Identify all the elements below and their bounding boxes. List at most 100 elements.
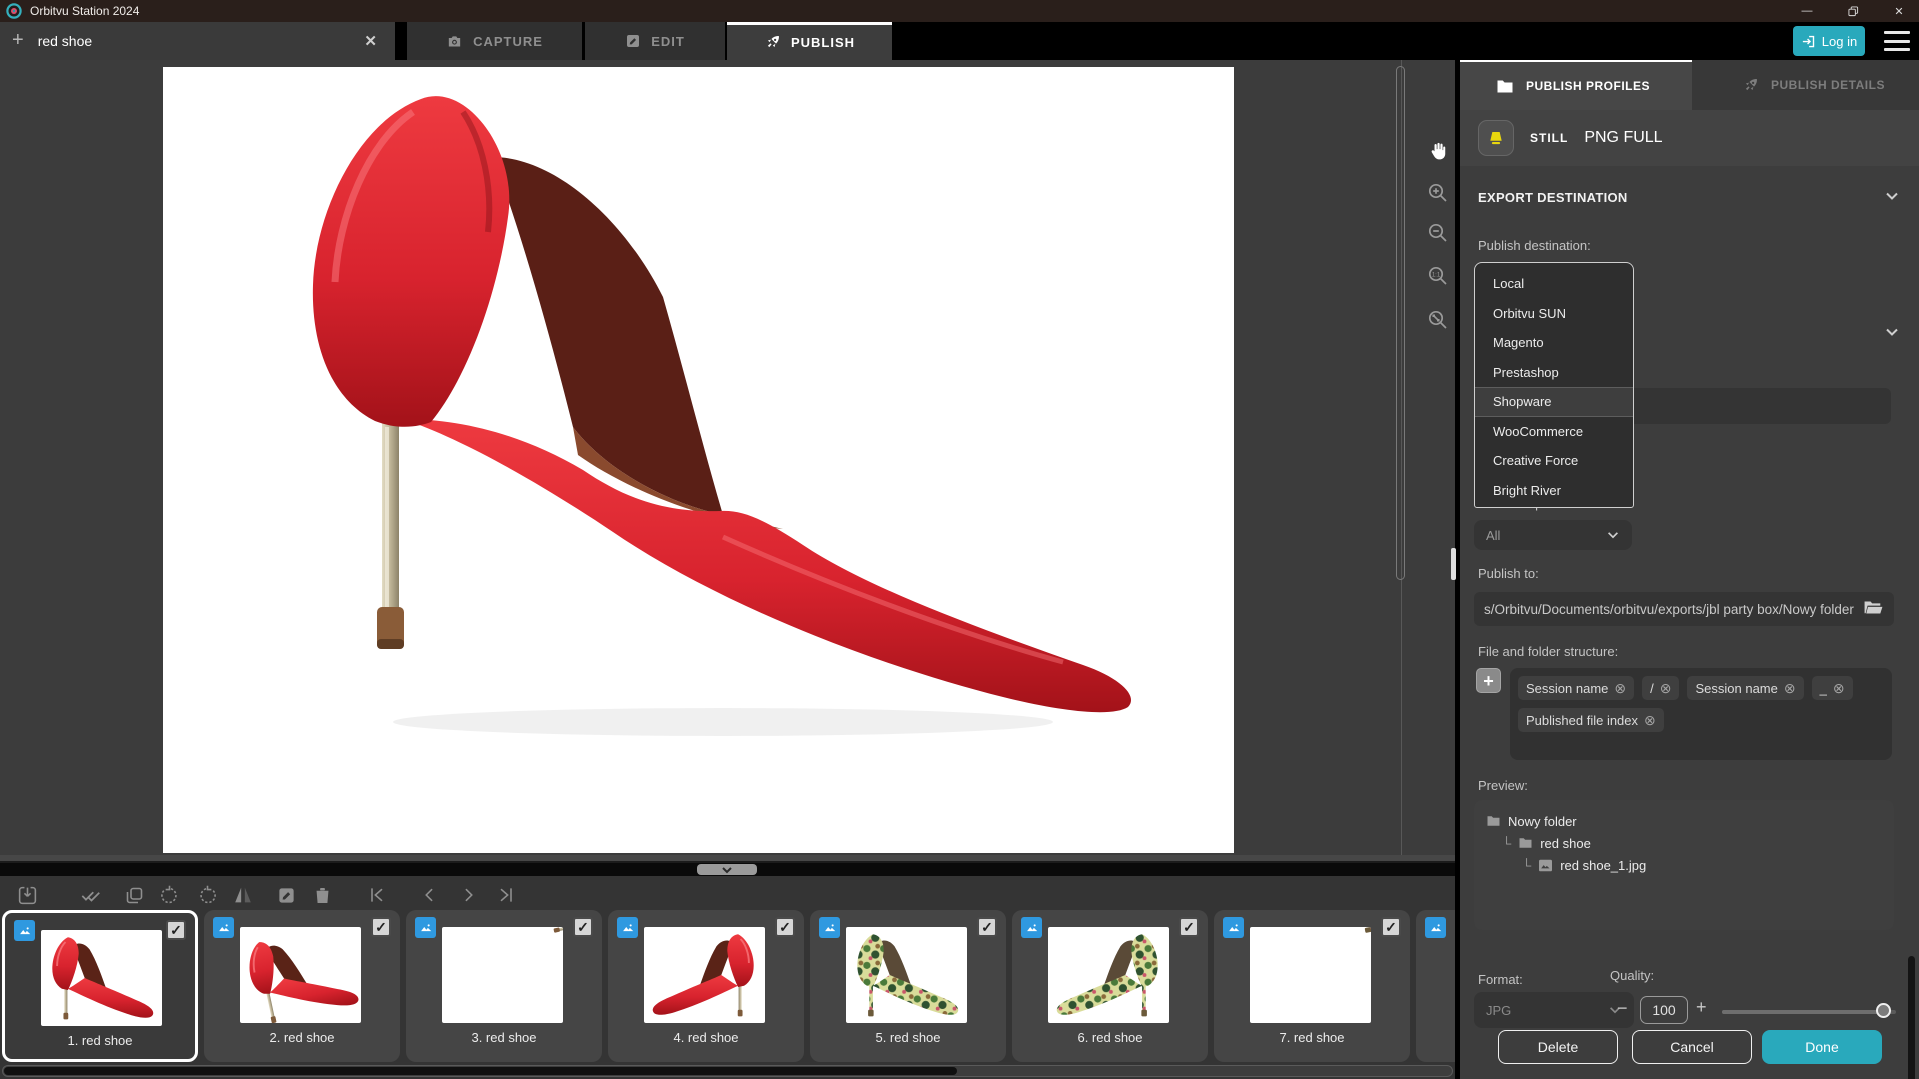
browse-folder-icon[interactable] (1863, 599, 1884, 616)
tab-edit[interactable]: EDIT (585, 22, 725, 60)
dropdown-option-shopware[interactable]: Shopware (1475, 387, 1633, 417)
tab-publish-details[interactable]: PUBLISH DETAILS (1692, 60, 1919, 110)
minimize-button[interactable]: — (1787, 0, 1827, 22)
remove-chip-icon[interactable]: ⊗ (1784, 680, 1796, 697)
thumbnail-card-2[interactable]: ✓ 2. red shoe (204, 910, 400, 1062)
cancel-button[interactable]: Cancel (1632, 1030, 1752, 1064)
tab-capture[interactable]: CAPTURE (407, 22, 582, 60)
thumbnail-card-1[interactable]: ✓ 1. red shoe (2, 910, 198, 1062)
tree-item-label: red shoe_1.jpg (1560, 858, 1646, 873)
quality-minus-button[interactable]: − (1617, 998, 1628, 1019)
thumbnail-checkbox[interactable]: ✓ (573, 917, 593, 937)
structure-chip[interactable]: Session name⊗ (1687, 676, 1803, 700)
done-button[interactable]: Done (1762, 1030, 1882, 1064)
dropdown-option-local[interactable]: Local (1475, 269, 1633, 299)
thumbnail-checkbox[interactable]: ✓ (1381, 917, 1401, 937)
zoom-actual-size-tool[interactable]: 1:1 (1422, 260, 1454, 292)
thumbnail-checkbox[interactable]: ✓ (1179, 917, 1199, 937)
login-button[interactable]: Log in (1793, 26, 1865, 56)
import-icon[interactable] (14, 882, 40, 908)
remove-chip-icon[interactable]: ⊗ (1833, 680, 1845, 697)
thumbnail-card-3[interactable]: ✓ 3. red shoe (406, 910, 602, 1062)
image-type-badge (14, 920, 35, 941)
adjust-icon[interactable] (273, 882, 299, 908)
dropdown-option-woocommerce[interactable]: WooCommerce (1475, 417, 1633, 447)
flip-horizontal-icon[interactable] (230, 882, 256, 908)
chip-label: / (1650, 681, 1654, 696)
zoom-in-tool[interactable] (1422, 177, 1454, 209)
chevron-down-icon[interactable] (1884, 324, 1900, 340)
tree-row-folder: └ red shoe (1486, 832, 1882, 854)
thumbnail-checkbox[interactable]: ✓ (166, 920, 186, 940)
quality-slider-handle[interactable] (1876, 1003, 1891, 1018)
zoom-fit-tool[interactable] (1422, 304, 1454, 336)
panel-resize-handle[interactable] (1451, 548, 1456, 580)
next-frame-icon[interactable] (455, 882, 481, 908)
tab-publish-details-label: PUBLISH DETAILS (1771, 78, 1885, 92)
thumbnail-card-5[interactable]: ✓ 5. red shoe (810, 910, 1006, 1062)
thumbnail-card-8[interactable] (1416, 910, 1455, 1062)
duplicate-icon[interactable] (121, 882, 147, 908)
thumbnail-card-7[interactable]: ✓ 7. red shoe (1214, 910, 1410, 1062)
tab-publish-profiles-label: PUBLISH PROFILES (1526, 79, 1650, 93)
thumbnail-photo (240, 927, 361, 1023)
remove-chip-icon[interactable]: ⊗ (1660, 680, 1672, 697)
menu-icon[interactable] (1884, 31, 1910, 51)
thumbnail-card-6[interactable]: ✓ 6. red shoe (1012, 910, 1208, 1062)
canvas-vertical-scrollbar[interactable] (1396, 66, 1405, 580)
close-session-icon[interactable]: ✕ (364, 32, 377, 50)
image-file-icon (1538, 859, 1553, 872)
tree-branch: └ (1522, 858, 1531, 873)
tab-publish-profiles[interactable]: PUBLISH PROFILES (1460, 60, 1692, 110)
thumbnail-checkbox[interactable]: ✓ (775, 917, 795, 937)
pencil-icon (625, 33, 641, 49)
assets-to-publish-select[interactable]: All (1474, 520, 1632, 550)
thumbnail-card-4[interactable]: ✓ 4. red shoe (608, 910, 804, 1062)
remove-chip-icon[interactable]: ⊗ (1644, 712, 1656, 729)
tab-publish[interactable]: PUBLISH (727, 22, 892, 60)
publish-to-path-field[interactable]: s/Orbitvu/Documents/orbitvu/exports/jbl … (1474, 592, 1894, 626)
rotate-ccw-icon[interactable] (156, 882, 182, 908)
dropdown-option-bright-river[interactable]: Bright River (1475, 476, 1633, 506)
session-tab[interactable]: + red shoe ✕ (0, 22, 395, 60)
dropdown-option-orbitvu-sun[interactable]: Orbitvu SUN (1475, 299, 1633, 329)
publish-profile-row[interactable]: STILL PNG FULL (1460, 110, 1919, 166)
main-image-canvas[interactable] (163, 67, 1234, 853)
panel-scrollbar[interactable] (1908, 956, 1915, 1079)
filmstrip-collapse-handle[interactable] (697, 864, 757, 875)
structure-chip[interactable]: _⊗ (1812, 676, 1853, 700)
close-window-button[interactable]: ✕ (1879, 0, 1919, 22)
dropdown-option-magento[interactable]: Magento (1475, 328, 1633, 358)
tab-bar: + red shoe ✕ CAPTURE EDIT PUBLISH Log in (0, 22, 1919, 60)
structure-chip[interactable]: Published file index⊗ (1518, 708, 1664, 732)
restore-button[interactable] (1833, 0, 1873, 22)
add-structure-token-button[interactable]: + (1476, 668, 1501, 693)
first-frame-icon[interactable] (364, 882, 390, 908)
dropdown-option-creative-force[interactable]: Creative Force (1475, 446, 1633, 476)
thumbnail-label: 4. red shoe (608, 1030, 804, 1045)
app-logo-icon (6, 3, 22, 19)
quality-plus-button[interactable]: + (1696, 997, 1707, 1018)
quality-value-field[interactable]: 100 (1640, 996, 1688, 1024)
pan-hand-tool[interactable] (1422, 135, 1454, 167)
structure-chip[interactable]: Session name⊗ (1518, 676, 1634, 700)
rotate-cw-icon[interactable] (194, 882, 220, 908)
zoom-out-tool[interactable] (1422, 217, 1454, 249)
thumbnail-checkbox[interactable]: ✓ (977, 917, 997, 937)
remove-chip-icon[interactable]: ⊗ (1614, 680, 1626, 697)
structure-chip[interactable]: /⊗ (1642, 676, 1679, 700)
delete-frame-icon[interactable] (309, 882, 335, 908)
dropdown-option-prestashop[interactable]: Prestashop (1475, 358, 1633, 388)
chevron-down-icon[interactable] (1884, 188, 1900, 204)
filmstrip-scrollbar[interactable] (4, 1067, 957, 1075)
publish-panel: PUBLISH PROFILES PUBLISH DETAILS STILL P… (1460, 60, 1919, 1079)
tree-branch: └ (1502, 836, 1511, 851)
new-session-icon[interactable]: + (12, 29, 24, 52)
delete-button[interactable]: Delete (1498, 1030, 1618, 1064)
format-select[interactable]: JPG (1474, 992, 1634, 1028)
thumbnail-checkbox[interactable]: ✓ (371, 917, 391, 937)
previous-frame-icon[interactable] (417, 882, 443, 908)
canvas-horizontal-scrollbar[interactable] (0, 855, 1455, 863)
last-frame-icon[interactable] (493, 882, 519, 908)
select-all-icon[interactable] (78, 882, 104, 908)
